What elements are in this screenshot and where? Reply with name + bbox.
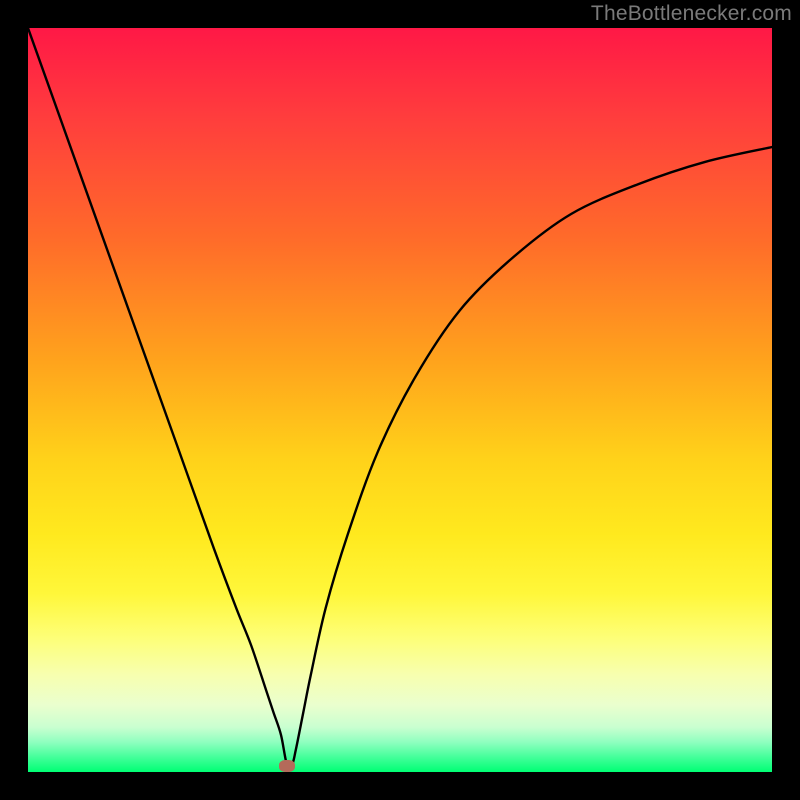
- bottleneck-curve: [28, 28, 772, 772]
- chart-plot-area: [28, 28, 772, 772]
- watermark-text: TheBottlenecker.com: [591, 2, 792, 26]
- chart-frame: TheBottlenecker.com: [0, 0, 800, 800]
- optimum-marker: [279, 760, 295, 772]
